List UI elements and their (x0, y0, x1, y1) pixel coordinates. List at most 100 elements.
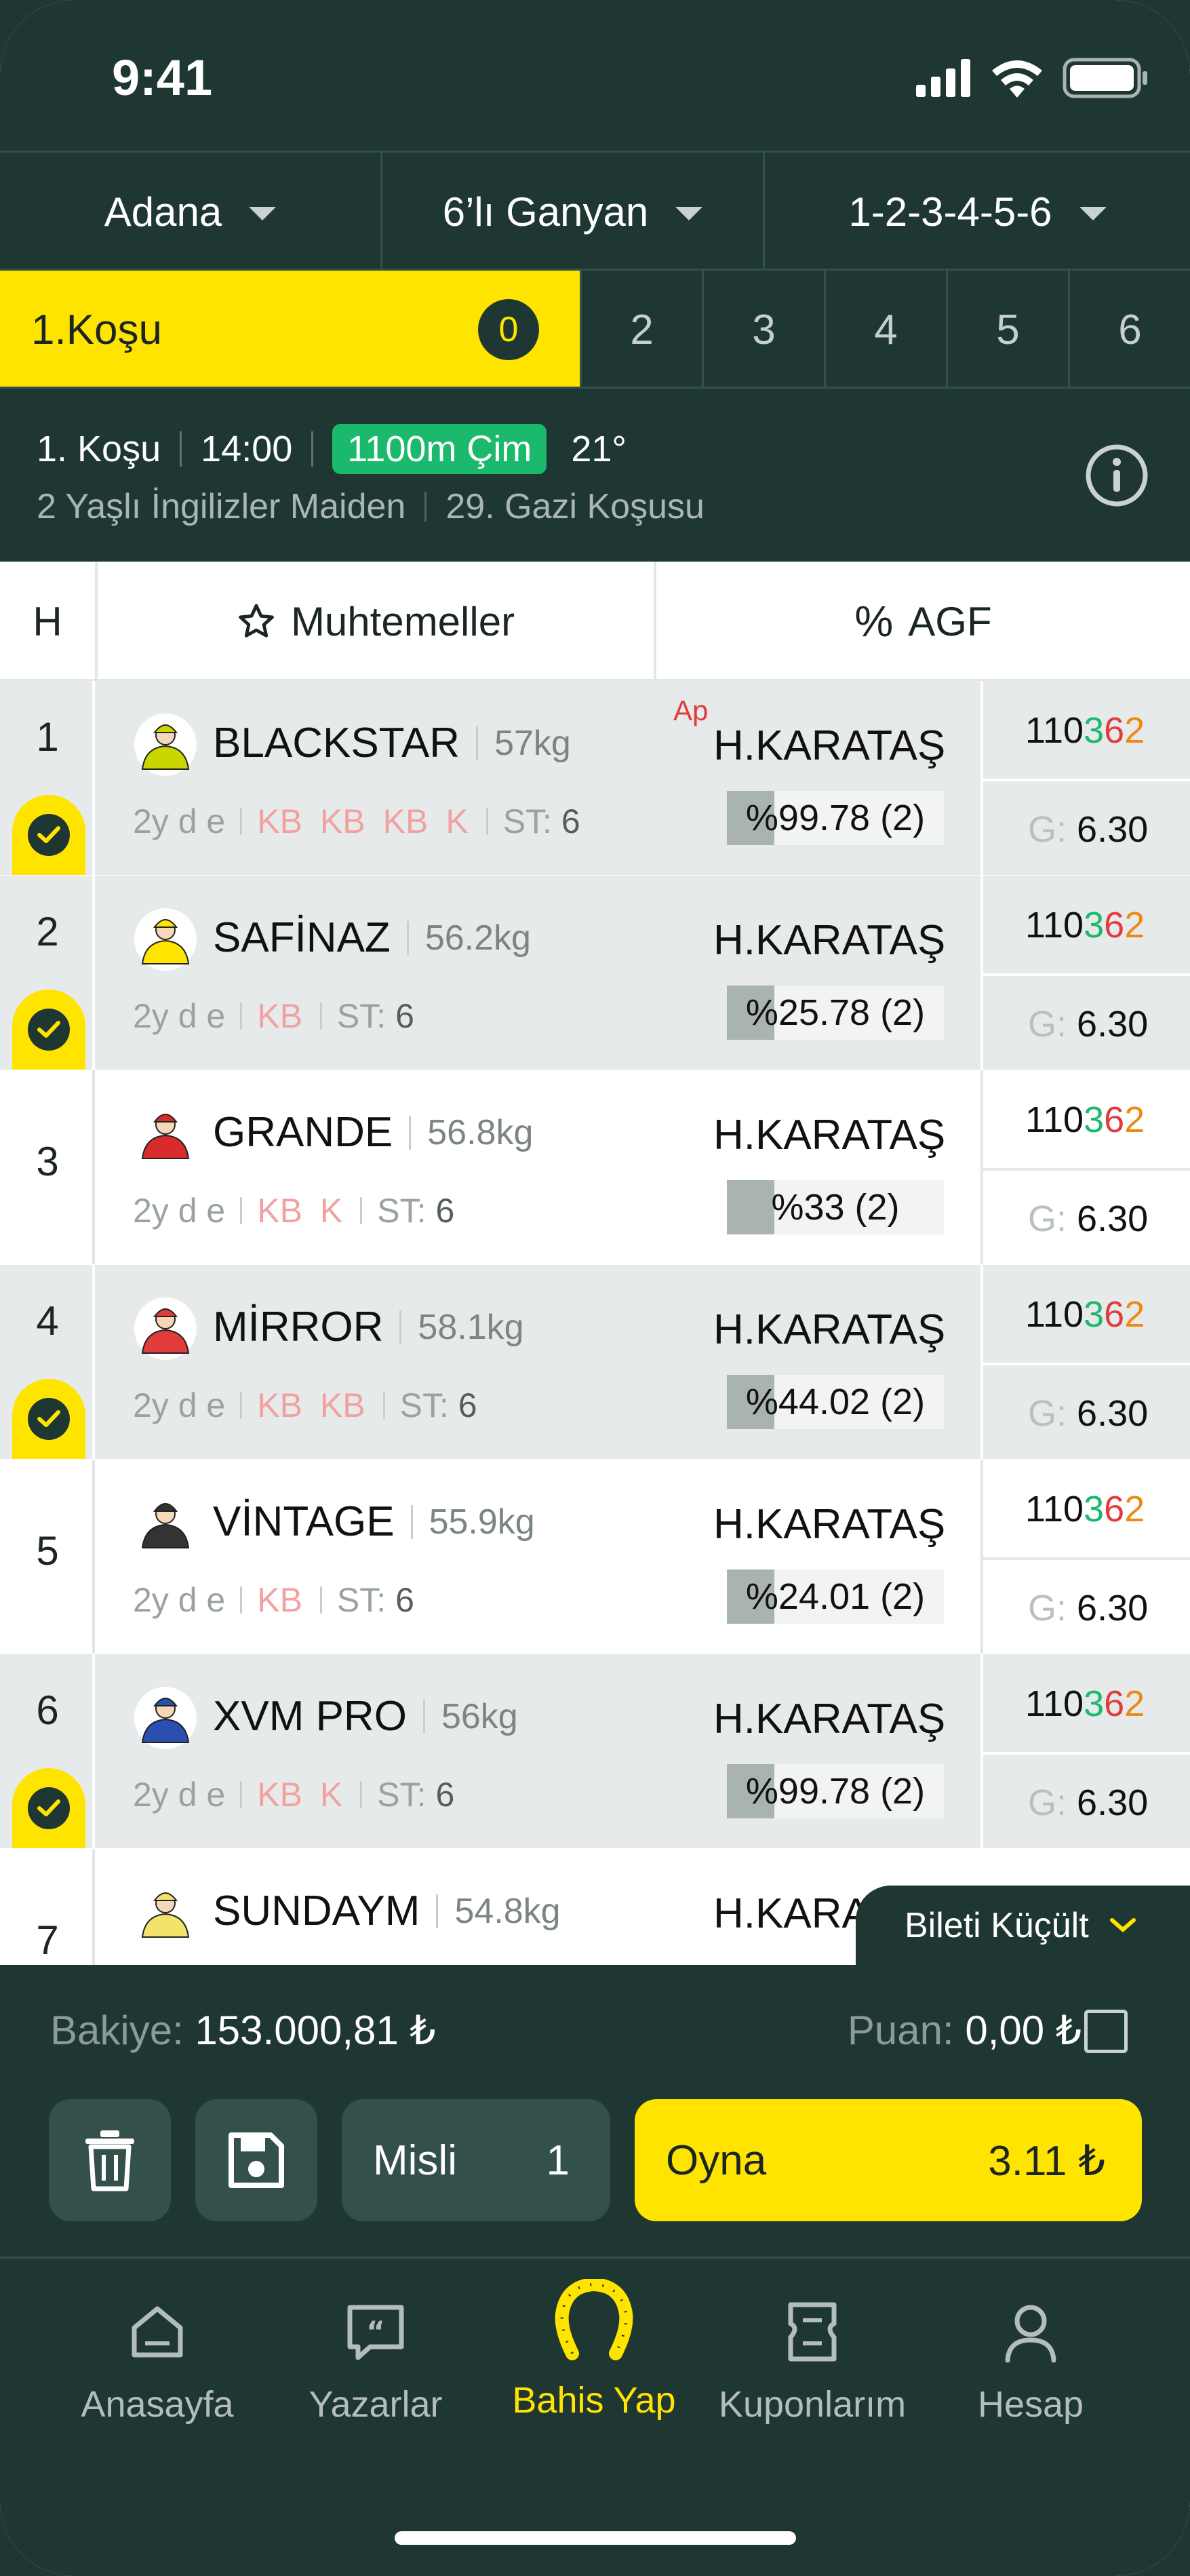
horse-list[interactable]: 1 BLACKSTAR 57kg 2y d e KB KB KB K ST: 6 Ap H.KARA… (0, 681, 1190, 1965)
horse-number-cell[interactable]: 5 (0, 1460, 95, 1654)
bottom-nav: Anasayfa “ Yazarlar Bahis Yap Kuponlarım (0, 2257, 1190, 2576)
horse-row[interactable]: 1 BLACKSTAR 57kg 2y d e KB KB KB K ST: 6 Ap H.KARA… (0, 681, 1190, 875)
chevron-down-icon (249, 207, 277, 220)
ganyan-label: G: (1028, 809, 1067, 850)
nav-label: Yazarlar (309, 2384, 443, 2425)
shrink-ticket-button[interactable]: Bileti Küçült (856, 1886, 1190, 1966)
svg-text:“: “ (366, 2315, 385, 2348)
finishes-part: 6 (1104, 1099, 1125, 1140)
horse-number: 3 (36, 1139, 59, 1184)
horse-name: GRANDE (213, 1109, 393, 1156)
start-value: 6 (561, 802, 580, 840)
horse-row[interactable]: 5 VİNTAGE 55.9kg 2y d e KB ST: 6 H.KARATAŞ %24.… (0, 1460, 1190, 1654)
agf-header[interactable]: % AGF (656, 562, 1190, 681)
horse-number-cell[interactable]: 7 (0, 1849, 95, 1965)
horse-row[interactable]: 6 XVM PRO 56kg 2y d e KB K ST: 6 H.KARATAŞ %99.7… (0, 1654, 1190, 1848)
temperature: 21° (571, 429, 627, 469)
phone-screen: 9:41 Adana 6’lı Ganyan 1-2-3-4-5-6 1.Koş… (0, 0, 1190, 2576)
favorites-header[interactable]: Muhtemeller (98, 562, 656, 681)
divider (422, 1699, 425, 1734)
horse-age: 2y d e (133, 997, 226, 1035)
ganyan-value: 6.30 (1077, 1782, 1149, 1823)
tab-race-3[interactable]: 3 (702, 271, 824, 389)
ganyan-label: G: (1028, 1198, 1067, 1239)
form-item: K (445, 802, 469, 840)
agf-bar: %99.78 (2) (727, 1764, 944, 1818)
column-header-no: H (0, 562, 98, 681)
selected-badge[interactable] (12, 795, 85, 875)
tab-race-6[interactable]: 6 (1068, 271, 1190, 389)
divider (240, 1781, 243, 1808)
start-value: 6 (395, 997, 414, 1035)
ganyan-odds: G: 6.30 (1028, 808, 1148, 851)
use-points-checkbox[interactable] (1084, 2010, 1128, 2053)
multiplier-stepper[interactable]: Misli 1 (342, 2099, 610, 2221)
city-dropdown[interactable]: Adana (0, 153, 382, 271)
horse-row[interactable]: 3 GRANDE 56.8kg 2y d e KB K ST: 6 H.KARATAŞ %33 … (0, 1070, 1190, 1264)
horse-details: 2y d e KB KB KB K ST: 6 (133, 802, 580, 841)
ganyan-odds: G: 6.30 (1028, 1392, 1148, 1435)
battery-icon (1063, 58, 1147, 98)
nav-item-account[interactable]: Hesap (922, 2299, 1139, 2476)
user-icon (1005, 2305, 1056, 2363)
divider (983, 1557, 1190, 1560)
nav-item-authors[interactable]: “ Yazarlar (267, 2299, 484, 2476)
status-time: 9:41 (112, 50, 213, 106)
play-button[interactable]: Oyna 3.11 ₺ (635, 2099, 1142, 2221)
nav-item-coupons[interactable]: Kuponlarım (704, 2299, 921, 2476)
start-label: ST: (502, 802, 552, 840)
jockey-name: H.KARATAŞ (713, 722, 946, 769)
agf-value: %25.78 (2) (745, 992, 926, 1033)
tab-race-4[interactable]: 4 (824, 271, 946, 389)
tab-race-1[interactable]: 1.Koşu 0 (0, 271, 580, 389)
start-label: ST: (399, 1386, 449, 1424)
races-dropdown[interactable]: 1-2-3-4-5-6 (765, 153, 1190, 271)
form-item: K (319, 1192, 343, 1230)
tab-race-5[interactable]: 5 (946, 271, 1068, 389)
divider (319, 1586, 322, 1614)
horse-row[interactable]: 4 MİRROR 58.1kg 2y d e KB KB ST: 6 H.KARATAŞ %44… (0, 1265, 1190, 1459)
selected-badge[interactable] (12, 1768, 85, 1848)
horse-name-line: MİRROR 58.1kg (213, 1303, 524, 1351)
form-item: KB (257, 1581, 302, 1619)
divider (983, 973, 1190, 976)
info-icon[interactable] (1084, 443, 1149, 508)
agf-value: %33 (2) (771, 1187, 900, 1228)
horse-row[interactable]: 2 SAFİNAZ 56.2kg 2y d e KB ST: 6 H.KARATAŞ %25.… (0, 876, 1190, 1070)
divider (311, 431, 314, 467)
favorites-label: Muhtemeller (290, 598, 515, 644)
ganyan-label: G: (1028, 1393, 1067, 1434)
start-position: ST: 6 (337, 996, 414, 1036)
horse-number-cell[interactable]: 6 (0, 1654, 95, 1848)
delete-button[interactable] (49, 2099, 171, 2221)
divider (399, 1310, 402, 1344)
finishes-part: 110 (1025, 1099, 1084, 1140)
nav-item-place-bet[interactable]: Bahis Yap (485, 2279, 702, 2476)
horse-number-cell[interactable]: 3 (0, 1070, 95, 1264)
save-button[interactable] (195, 2099, 317, 2221)
check-icon (28, 1787, 70, 1829)
start-position: ST: 6 (377, 1775, 454, 1814)
divider (410, 1504, 413, 1539)
ganyan-odds: G: 6.30 (1028, 1003, 1148, 1045)
horse-number-cell[interactable]: 4 (0, 1265, 95, 1459)
horse-age: 2y d e (133, 1192, 226, 1230)
ganyan-odds: G: 6.30 (1028, 1198, 1148, 1240)
nav-label: Kuponlarım (718, 2384, 907, 2425)
horse-name: XVM PRO (213, 1693, 407, 1740)
start-label: ST: (377, 1192, 427, 1230)
form-item: KB (257, 802, 302, 840)
selected-badge[interactable] (12, 1379, 85, 1459)
start-position: ST: 6 (377, 1191, 454, 1230)
tab-race-2[interactable]: 2 (580, 271, 702, 389)
selected-badge[interactable] (12, 990, 85, 1070)
recent-finishes: 110362 (1025, 904, 1145, 946)
finishes-part: 110 (1025, 710, 1084, 751)
bet-type-dropdown[interactable]: 6’lı Ganyan (382, 153, 765, 271)
nav-label: Hesap (977, 2384, 1084, 2425)
points: Puan: 0,00 ₺ (848, 2007, 1082, 2054)
horse-number-cell[interactable]: 2 (0, 876, 95, 1070)
horse-age: 2y d e (133, 1776, 226, 1814)
nav-item-home[interactable]: Anasayfa (49, 2299, 266, 2476)
horse-number-cell[interactable]: 1 (0, 681, 95, 875)
